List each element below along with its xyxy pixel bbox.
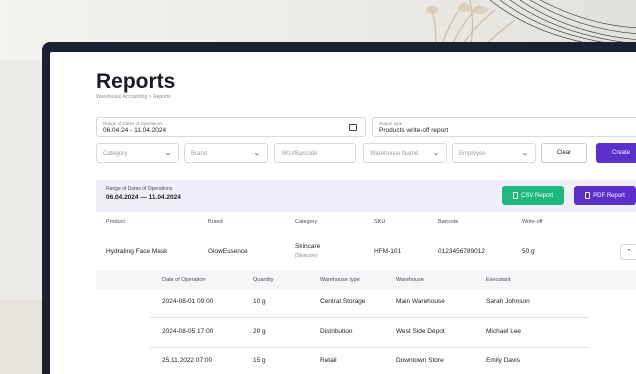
executant-name: Sarah Johnson [486, 298, 530, 305]
report-type-label: Report type [379, 121, 403, 126]
employee-select[interactable]: Employee ⌄ [452, 143, 536, 163]
employee-placeholder: Employee [459, 151, 486, 157]
report-range-value: 06.04.2024 — 11.04.2024 [106, 194, 181, 201]
app-screen: Reports Warehouse Accounting > Reports R… [50, 52, 636, 374]
table-row[interactable] [96, 237, 636, 269]
category-placeholder: Category [103, 151, 128, 157]
category-name: Skincare [295, 243, 321, 250]
subheader-warehouse: Warehouse [396, 277, 424, 283]
pdf-report-button[interactable]: PDF Report [574, 186, 636, 205]
pdf-report-label: PDF Report [593, 192, 625, 199]
chevron-down-icon: ⌄ [252, 150, 262, 157]
subheader-date: Date of Operation [162, 277, 206, 283]
sku-value: HFM-101 [374, 248, 402, 255]
chevron-down-icon: ⌄ [163, 150, 173, 157]
header-sku[interactable]: SKU [374, 219, 385, 225]
row-divider [150, 347, 588, 348]
warehouse-type: Central Storage [320, 298, 366, 305]
calendar-icon[interactable] [349, 124, 357, 131]
brand-name: GlowEssence [208, 248, 248, 255]
csv-report-button[interactable]: CSV Report [502, 186, 564, 205]
clear-button[interactable]: Clear [541, 143, 587, 163]
expand-row-button[interactable]: ⌃ [620, 244, 636, 260]
operation-quantity: 10 g [253, 298, 266, 305]
warehouse-type: Retail [320, 357, 337, 364]
header-brand[interactable]: Brand [208, 219, 223, 225]
header-writeoff[interactable]: Write-off [522, 219, 543, 225]
date-range-value: 06.04.24 - 11.04.2024 [103, 127, 167, 134]
product-name: Hydrating Face Mask [106, 248, 168, 255]
create-button[interactable]: Create [596, 143, 636, 163]
chevron-down-icon: ⌄ [520, 150, 530, 157]
executant-name: Michael Lee [486, 328, 522, 335]
operation-quantity: 15 g [253, 357, 266, 364]
category-select[interactable]: Category ⌄ [96, 143, 179, 163]
barcode-value: 0123456789012 [438, 248, 485, 255]
operation-date: 2024-08-05 17:00 [162, 328, 214, 335]
subheader-executant: Executant [486, 277, 511, 283]
report-type-value: Products write-off report [379, 127, 449, 134]
date-range-field[interactable]: Range of Dates of Operations 06.04.24 - … [96, 117, 366, 137]
operation-quantity: 20 g [253, 328, 266, 335]
row-divider [150, 317, 588, 318]
document-icon [512, 192, 518, 199]
breadcrumb-separator: > [148, 94, 152, 100]
warehouse-name: Main Warehouse [396, 298, 445, 305]
warehouse-select[interactable]: Warehouse Name ⌄ [363, 143, 447, 163]
sku-placeholder: SKU/Barcode [281, 151, 318, 157]
warehouse-placeholder: Warehouse Name [370, 151, 419, 157]
warehouse-name: Downtown Store [396, 357, 444, 364]
report-type-select[interactable]: Report type Products write-off report ⌄ [372, 117, 636, 137]
report-range-label: Range of Dates of Operations [106, 186, 173, 192]
subheader-warehouse-type: Warehouse type [320, 277, 360, 283]
operation-date: 2024-08-01 09:00 [162, 298, 214, 305]
executant-name: Emily Davis [486, 357, 520, 364]
date-range-label: Range of Dates of Operations [103, 121, 163, 126]
chevron-down-icon: ⌄ [431, 150, 441, 157]
chevron-up-icon: ⌃ [626, 249, 632, 256]
operation-date: 25.11.2022 07:00 [162, 357, 213, 364]
document-icon [585, 192, 591, 199]
brand-select[interactable]: Brand ⌄ [184, 143, 268, 163]
sku-search-input[interactable]: SKU/Barcode [274, 143, 356, 163]
subheader-quantity: Quantity [253, 277, 274, 283]
header-category[interactable]: Category [295, 219, 317, 225]
breadcrumb-root[interactable]: Warehouse Accounting [96, 94, 147, 100]
header-product[interactable]: Product [106, 219, 125, 225]
breadcrumb-current: Reports [152, 94, 171, 100]
category-subtitle: (Skincare) [295, 253, 318, 259]
header-barcode[interactable]: Barcode [438, 219, 459, 225]
page-title: Reports [96, 70, 176, 93]
breadcrumb: Warehouse Accounting > Reports [96, 94, 170, 100]
brand-placeholder: Brand [191, 151, 208, 157]
writeoff-value: 50 g [522, 248, 535, 255]
csv-report-label: CSV Report [520, 192, 553, 199]
warehouse-name: West Side Depot [396, 328, 445, 335]
warehouse-type: Distribution [320, 328, 353, 335]
